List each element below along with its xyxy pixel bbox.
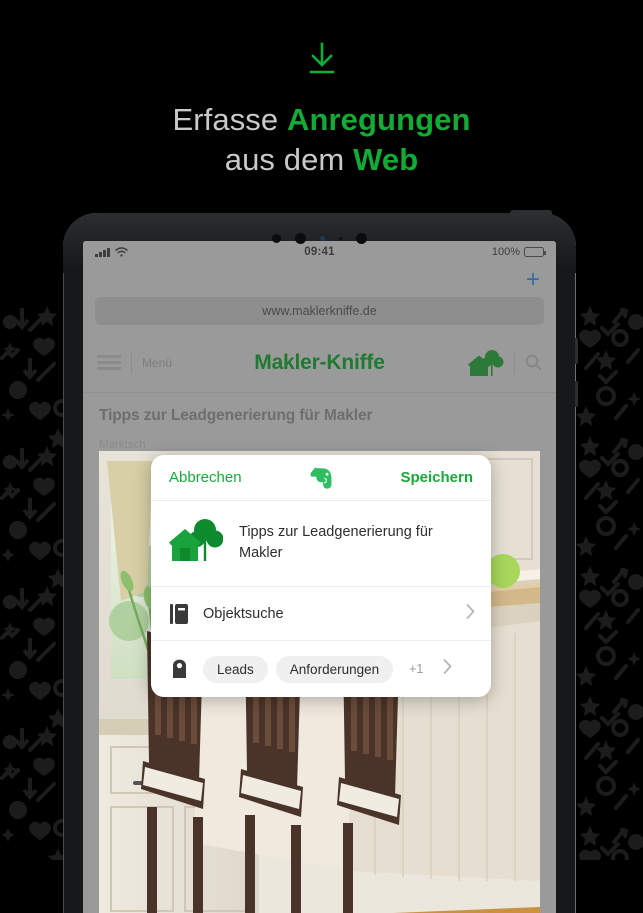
headline-text-plain-2: aus dem (224, 142, 354, 177)
front-camera-icon (295, 232, 306, 244)
battery-full-icon (524, 247, 546, 257)
volume-down-button[interactable] (575, 381, 578, 407)
notebook-icon (169, 603, 189, 624)
headline-text-accent-2: Web (353, 142, 419, 177)
ambient-light-sensor (320, 235, 325, 241)
browser-toolbar: + (95, 263, 544, 297)
divider (131, 351, 132, 374)
site-header: Menü Makler-Kniffe (83, 333, 556, 393)
notebook-name: Objektsuche (203, 605, 284, 622)
cancel-button[interactable]: Abbrechen (169, 469, 242, 486)
share-to-evernote-modal: Abbrechen Speichern Tipps zur Leadgeneri… (151, 455, 491, 697)
menu-label[interactable]: Menü (142, 356, 172, 370)
modal-header: Abbrechen Speichern (151, 455, 491, 501)
evernote-elephant-icon (310, 466, 332, 489)
background-pattern-right (570, 300, 643, 860)
hamburger-menu-icon[interactable] (97, 355, 121, 370)
status-bar-right: 100% (491, 246, 546, 258)
battery-percent-label: 100% (491, 246, 520, 258)
tag-chip-list: Leads Anforderungen +1 (203, 655, 424, 683)
plus-icon[interactable]: + (522, 268, 544, 292)
notebook-picker-row[interactable]: Objektsuche (151, 587, 491, 641)
headline-text-accent-1: Anregungen (286, 102, 471, 137)
headline-block: Erfasse Anregungen aus dem Web (0, 0, 643, 180)
save-button[interactable]: Speichern (400, 469, 473, 486)
tag-chip[interactable]: Leads (203, 655, 268, 683)
sensor-dot (272, 233, 281, 243)
url-text: www.maklerkniffe.de (262, 304, 377, 318)
tag-chip[interactable]: Anforderungen (275, 655, 394, 683)
tags-picker-row[interactable]: Leads Anforderungen +1 (151, 641, 491, 697)
headline-line-1: Erfasse Anregungen (0, 100, 643, 140)
house-tree-logo-icon (169, 517, 224, 568)
note-title: Tipps zur Leadgenerierung für Makler (239, 524, 433, 561)
status-bar-time: 09:41 (304, 246, 335, 258)
site-header-right (468, 348, 542, 378)
headline-line-2: aus dem Web (0, 140, 643, 180)
power-button[interactable] (510, 210, 552, 216)
url-bar[interactable]: www.maklerkniffe.de (95, 297, 544, 325)
sensor-dot (339, 236, 342, 240)
note-summary-row[interactable]: Tipps zur Leadgenerierung für Makler (151, 501, 491, 587)
tags-overflow-count: +1 (409, 662, 424, 676)
divider (514, 351, 515, 374)
tag-icon (169, 659, 189, 679)
search-icon[interactable] (525, 354, 542, 371)
sensor-dot (356, 232, 367, 244)
bezel-sensor-cluster (63, 231, 576, 245)
chevron-right-icon (443, 659, 453, 679)
house-tree-logo-icon (468, 349, 504, 376)
browser-chrome: + www.maklerkniffe.de (83, 263, 556, 333)
chevron-right-icon (466, 603, 475, 624)
headline-text-plain-1: Erfasse (172, 102, 287, 137)
download-arrow-icon (309, 42, 334, 74)
article-title: Tipps zur Leadgenerierung für Makler (99, 407, 373, 424)
volume-up-button[interactable] (575, 338, 578, 364)
